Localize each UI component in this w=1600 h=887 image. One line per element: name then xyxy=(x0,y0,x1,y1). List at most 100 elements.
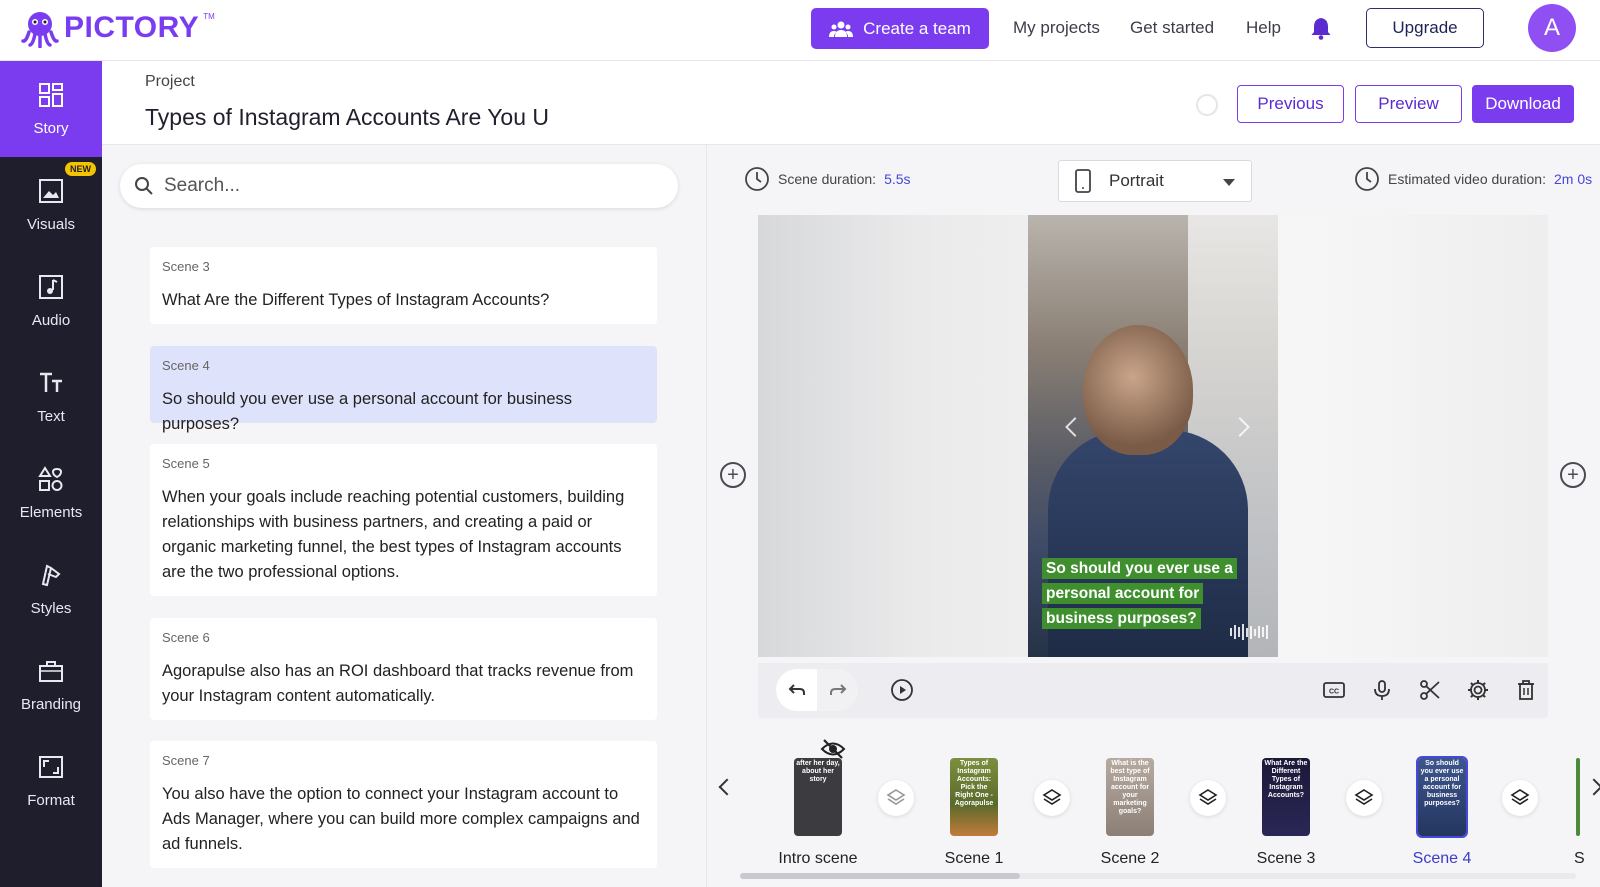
octopus-logo-icon xyxy=(21,12,59,48)
upgrade-button[interactable]: Upgrade xyxy=(1366,8,1484,48)
briefcase-icon xyxy=(39,660,63,682)
scene-card-7[interactable]: Scene 7 You also have the option to conn… xyxy=(150,741,657,868)
transition-button[interactable] xyxy=(1034,780,1070,816)
add-scene-before-icon[interactable]: + xyxy=(720,462,746,488)
download-button[interactable]: Download xyxy=(1472,85,1574,123)
search-input[interactable] xyxy=(164,175,584,197)
prev-visual-arrow-icon[interactable] xyxy=(1065,417,1085,437)
music-note-icon xyxy=(39,274,63,299)
sidebar-item-visuals[interactable]: NEW Visuals xyxy=(0,157,102,253)
top-bar: PICTORY TM Create a team My projects Get… xyxy=(0,0,1600,61)
layers-icon xyxy=(1198,789,1218,805)
preview-button[interactable]: Preview xyxy=(1355,85,1462,123)
sidebar-item-story[interactable]: Story xyxy=(0,61,102,157)
timeline-label-scene-4[interactable]: Scene 4 xyxy=(1392,850,1492,868)
orientation-select[interactable]: Portrait xyxy=(1058,160,1252,202)
transition-button[interactable] xyxy=(1502,780,1538,816)
scene-card-6[interactable]: Scene 6 Agorapulse also has an ROI dashb… xyxy=(150,618,657,720)
timeline-thumb-scene-4[interactable]: So should you ever use a personal accoun… xyxy=(1416,756,1468,838)
search-box[interactable] xyxy=(120,164,678,208)
layers-icon xyxy=(886,789,906,805)
sidebar-item-audio[interactable]: Audio xyxy=(0,253,102,349)
sidebar-item-label: Styles xyxy=(30,599,72,617)
sidebar-item-styles[interactable]: Styles xyxy=(0,541,102,637)
timeline-label-scene-2[interactable]: Scene 2 xyxy=(1080,850,1180,868)
timeline-thumb-intro[interactable]: after her day, about her story xyxy=(794,758,842,836)
trademark: TM xyxy=(203,11,215,21)
scene-text[interactable]: What Are the Different Types of Instagra… xyxy=(162,288,645,313)
eye-slash-icon[interactable] xyxy=(820,738,846,760)
estimated-video-duration: Estimated video duration: 2m 0s xyxy=(1354,166,1592,192)
microphone-icon[interactable] xyxy=(1370,678,1394,702)
timeline-thumb-scene-2[interactable]: What is the best type of Instagram accou… xyxy=(1106,758,1154,836)
redo-icon xyxy=(829,684,846,695)
estimated-duration-value: 2m 0s xyxy=(1553,171,1593,187)
search-icon xyxy=(135,177,153,195)
team-icon xyxy=(829,21,854,37)
grid-icon xyxy=(39,82,63,107)
play-icon[interactable] xyxy=(890,678,914,702)
scene-text[interactable]: When your goals include reaching potenti… xyxy=(162,485,645,585)
undo-icon xyxy=(788,684,805,695)
trash-icon[interactable] xyxy=(1514,678,1538,702)
my-projects-link[interactable]: My projects xyxy=(1013,18,1100,38)
scene-card-5[interactable]: Scene 5 When your goals include reaching… xyxy=(150,444,657,596)
timeline-label-scene-3[interactable]: Scene 3 xyxy=(1236,850,1336,868)
layers-icon xyxy=(1042,789,1062,805)
thumb-text: Types of Instagram Accounts: Pick the Ri… xyxy=(954,760,994,807)
sidebar-item-label: Visuals xyxy=(26,215,76,233)
scene-text[interactable]: So should you ever use a personal accoun… xyxy=(162,387,645,437)
scene-text[interactable]: You also have the option to connect your… xyxy=(162,782,645,857)
help-link[interactable]: Help xyxy=(1246,18,1281,38)
transition-button[interactable] xyxy=(1346,780,1382,816)
video-caption[interactable]: So should you ever use a personal accoun… xyxy=(1042,556,1252,631)
image-icon xyxy=(39,178,63,203)
timeline-scrollbar-thumb[interactable] xyxy=(740,873,1020,879)
sidebar-item-label: Audio xyxy=(31,311,71,329)
scene-card-3[interactable]: Scene 3 What Are the Different Types of … xyxy=(150,247,657,324)
sidebar-item-text[interactable]: Text xyxy=(0,349,102,445)
app-name: PICTORY xyxy=(64,11,200,44)
pictory-logo[interactable]: PICTORY TM xyxy=(20,8,215,48)
scissors-icon[interactable] xyxy=(1418,678,1442,702)
create-team-button[interactable]: Create a team xyxy=(811,8,989,49)
bell-icon[interactable] xyxy=(1310,16,1332,40)
timeline-label-scene-1[interactable]: Scene 1 xyxy=(924,850,1024,868)
scene-duration-value: 5.5s xyxy=(884,171,911,187)
scene-text[interactable]: Agorapulse also has an ROI dashboard tha… xyxy=(162,659,645,709)
timeline-label-scene-5[interactable]: S xyxy=(1574,850,1586,868)
get-started-link[interactable]: Get started xyxy=(1130,18,1214,38)
sidebar-item-label: Elements xyxy=(19,503,83,521)
timeline-label-intro[interactable]: Intro scene xyxy=(768,850,868,868)
transition-button[interactable] xyxy=(1190,780,1226,816)
undo-button[interactable] xyxy=(776,669,817,711)
sidebar-item-label: Branding xyxy=(20,695,82,713)
scene-card-4[interactable]: Scene 4 So should you ever use a persona… xyxy=(150,346,657,433)
video-subject-head xyxy=(1083,325,1193,455)
closed-captions-icon[interactable]: CC xyxy=(1322,678,1346,702)
project-title[interactable]: Types of Instagram Accounts Are You U xyxy=(145,104,550,131)
timeline-thumb-scene-5[interactable] xyxy=(1576,758,1580,836)
timeline-thumb-scene-3[interactable]: What Are the Different Types of Instagra… xyxy=(1262,758,1310,836)
sidebar-item-branding[interactable]: Branding xyxy=(0,637,102,733)
undo-redo-group xyxy=(776,669,858,711)
scene-label: Scene 3 xyxy=(162,259,210,274)
previous-button[interactable]: Previous xyxy=(1237,85,1344,123)
timeline-thumb-scene-1[interactable]: Types of Instagram Accounts: Pick the Ri… xyxy=(950,758,998,836)
sidebar-item-elements[interactable]: Elements xyxy=(0,445,102,541)
svg-text:CC: CC xyxy=(1329,689,1339,696)
shapes-icon xyxy=(38,465,63,491)
orientation-value: Portrait xyxy=(1109,171,1164,190)
sidebar-item-format[interactable]: Format xyxy=(0,733,102,829)
transition-button[interactable] xyxy=(878,780,914,816)
clock-icon xyxy=(1355,167,1379,191)
layers-icon xyxy=(1354,789,1374,805)
add-scene-after-icon[interactable]: + xyxy=(1560,462,1586,488)
thumb-text: What Are the Different Types of Instagra… xyxy=(1264,760,1308,799)
redo-button[interactable] xyxy=(817,669,858,711)
estimated-duration-label: Estimated video duration: xyxy=(1388,171,1546,187)
settings-gear-icon[interactable] xyxy=(1466,678,1490,702)
new-badge: NEW xyxy=(65,162,96,176)
scene-duration[interactable]: Scene duration: 5.5s xyxy=(744,166,911,192)
user-avatar[interactable]: A xyxy=(1528,4,1576,52)
